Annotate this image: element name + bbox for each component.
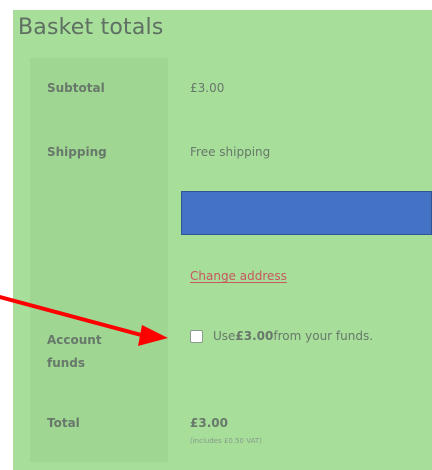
use-funds-amount: £3.00 (235, 329, 274, 343)
labels-column (30, 58, 168, 462)
use-funds-checkbox[interactable] (190, 329, 203, 343)
subtotal-value: £3.00 (190, 81, 225, 95)
account-funds-label: Account funds (47, 329, 102, 375)
total-label: Total (47, 416, 80, 430)
use-funds-option[interactable]: Use £3.00 from your funds. (190, 329, 373, 343)
basket-totals-title: Basket totals (18, 15, 164, 40)
change-address-link[interactable]: Change address (190, 269, 287, 283)
total-value: £3.00 (190, 416, 228, 430)
shipping-value: Free shipping (190, 145, 271, 159)
redacted-highlight-box (181, 191, 432, 235)
use-funds-prefix: Use (213, 329, 236, 343)
vat-note: (includes £0.50 VAT) (190, 437, 262, 445)
account-funds-label-line2: funds (47, 356, 86, 370)
shipping-label: Shipping (47, 145, 107, 159)
use-funds-suffix: from your funds. (273, 329, 374, 343)
subtotal-label: Subtotal (47, 81, 105, 95)
account-funds-label-line1: Account (47, 333, 102, 347)
